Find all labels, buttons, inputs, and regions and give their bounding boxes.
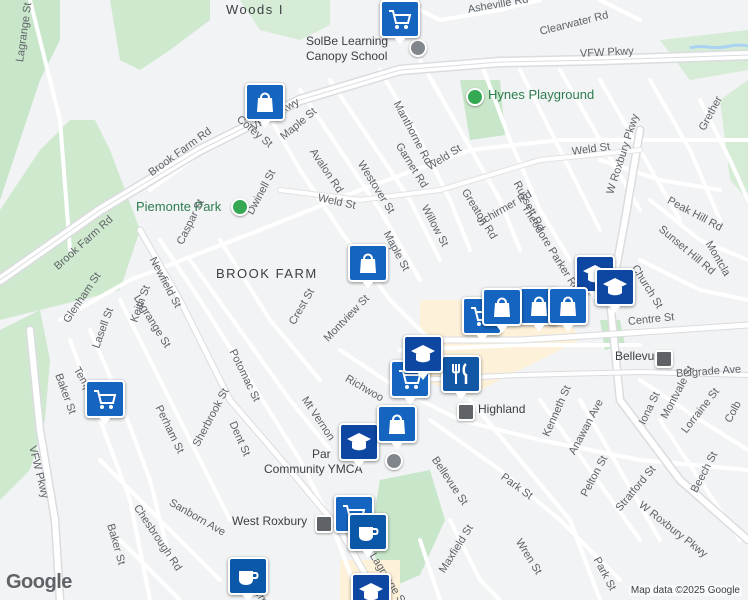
station-label-west-roxbury: West Roxbury <box>232 514 308 528</box>
park-marker-icon[interactable] <box>466 88 484 106</box>
train-station-icon[interactable] <box>457 403 475 421</box>
poi-label-par: Par <box>312 447 331 461</box>
poi-label-solbe: SolBe Learning <box>306 34 389 48</box>
map-pin[interactable] <box>339 423 379 468</box>
poi-label-canopy: Canopy School <box>306 49 388 63</box>
google-logo: Google <box>6 571 72 593</box>
shopping-cart-icon <box>94 390 117 409</box>
map-pin[interactable] <box>85 380 125 425</box>
school-icon <box>603 278 627 296</box>
map-pin[interactable] <box>377 405 417 450</box>
area-label-woods: Woods I <box>226 2 284 17</box>
train-station-icon[interactable] <box>315 515 333 533</box>
coffee-cup-icon <box>359 527 379 541</box>
park-label-piemonte: Piemonte Park <box>136 199 222 214</box>
map-pin[interactable] <box>403 335 443 380</box>
map-pin[interactable] <box>348 513 388 558</box>
map-pin[interactable] <box>245 83 285 128</box>
shopping-bag-icon <box>560 296 576 316</box>
map-pin[interactable] <box>380 0 420 45</box>
map-base-layer <box>0 0 748 600</box>
school-marker-icon[interactable] <box>409 39 427 57</box>
map-pin[interactable] <box>595 268 635 313</box>
shopping-bag-icon <box>257 92 273 112</box>
school-icon <box>411 345 435 363</box>
map-pin[interactable] <box>228 557 268 600</box>
poi-label-ymca: Community YMCA <box>264 462 363 476</box>
museum-marker-icon[interactable] <box>385 452 403 470</box>
map-attribution[interactable]: Map data ©2025 Google <box>628 585 742 596</box>
restaurant-icon <box>452 362 468 384</box>
park-label-hynes: Hynes Playground <box>488 87 595 102</box>
area-label-brook-farm: BROOK FARM <box>216 266 318 281</box>
map-pin[interactable] <box>441 355 481 400</box>
shopping-bag-icon <box>494 297 510 317</box>
station-label-highland: Highland <box>478 402 526 416</box>
map-pin[interactable] <box>351 573 391 600</box>
train-station-icon[interactable] <box>655 350 673 368</box>
map-pin[interactable] <box>482 288 522 333</box>
map-canvas[interactable]: Woods I BROOK FARM Piemonte Park Hynes P… <box>0 0 748 600</box>
school-icon <box>347 433 371 451</box>
park-marker-icon[interactable] <box>231 198 249 216</box>
coffee-cup-icon <box>239 571 259 585</box>
map-pin[interactable] <box>348 244 388 289</box>
school-icon <box>359 583 383 600</box>
shopping-bag-icon <box>360 253 376 273</box>
map-pin[interactable] <box>548 287 588 332</box>
shopping-bag-icon <box>389 414 405 434</box>
shopping-cart-icon <box>389 10 412 29</box>
